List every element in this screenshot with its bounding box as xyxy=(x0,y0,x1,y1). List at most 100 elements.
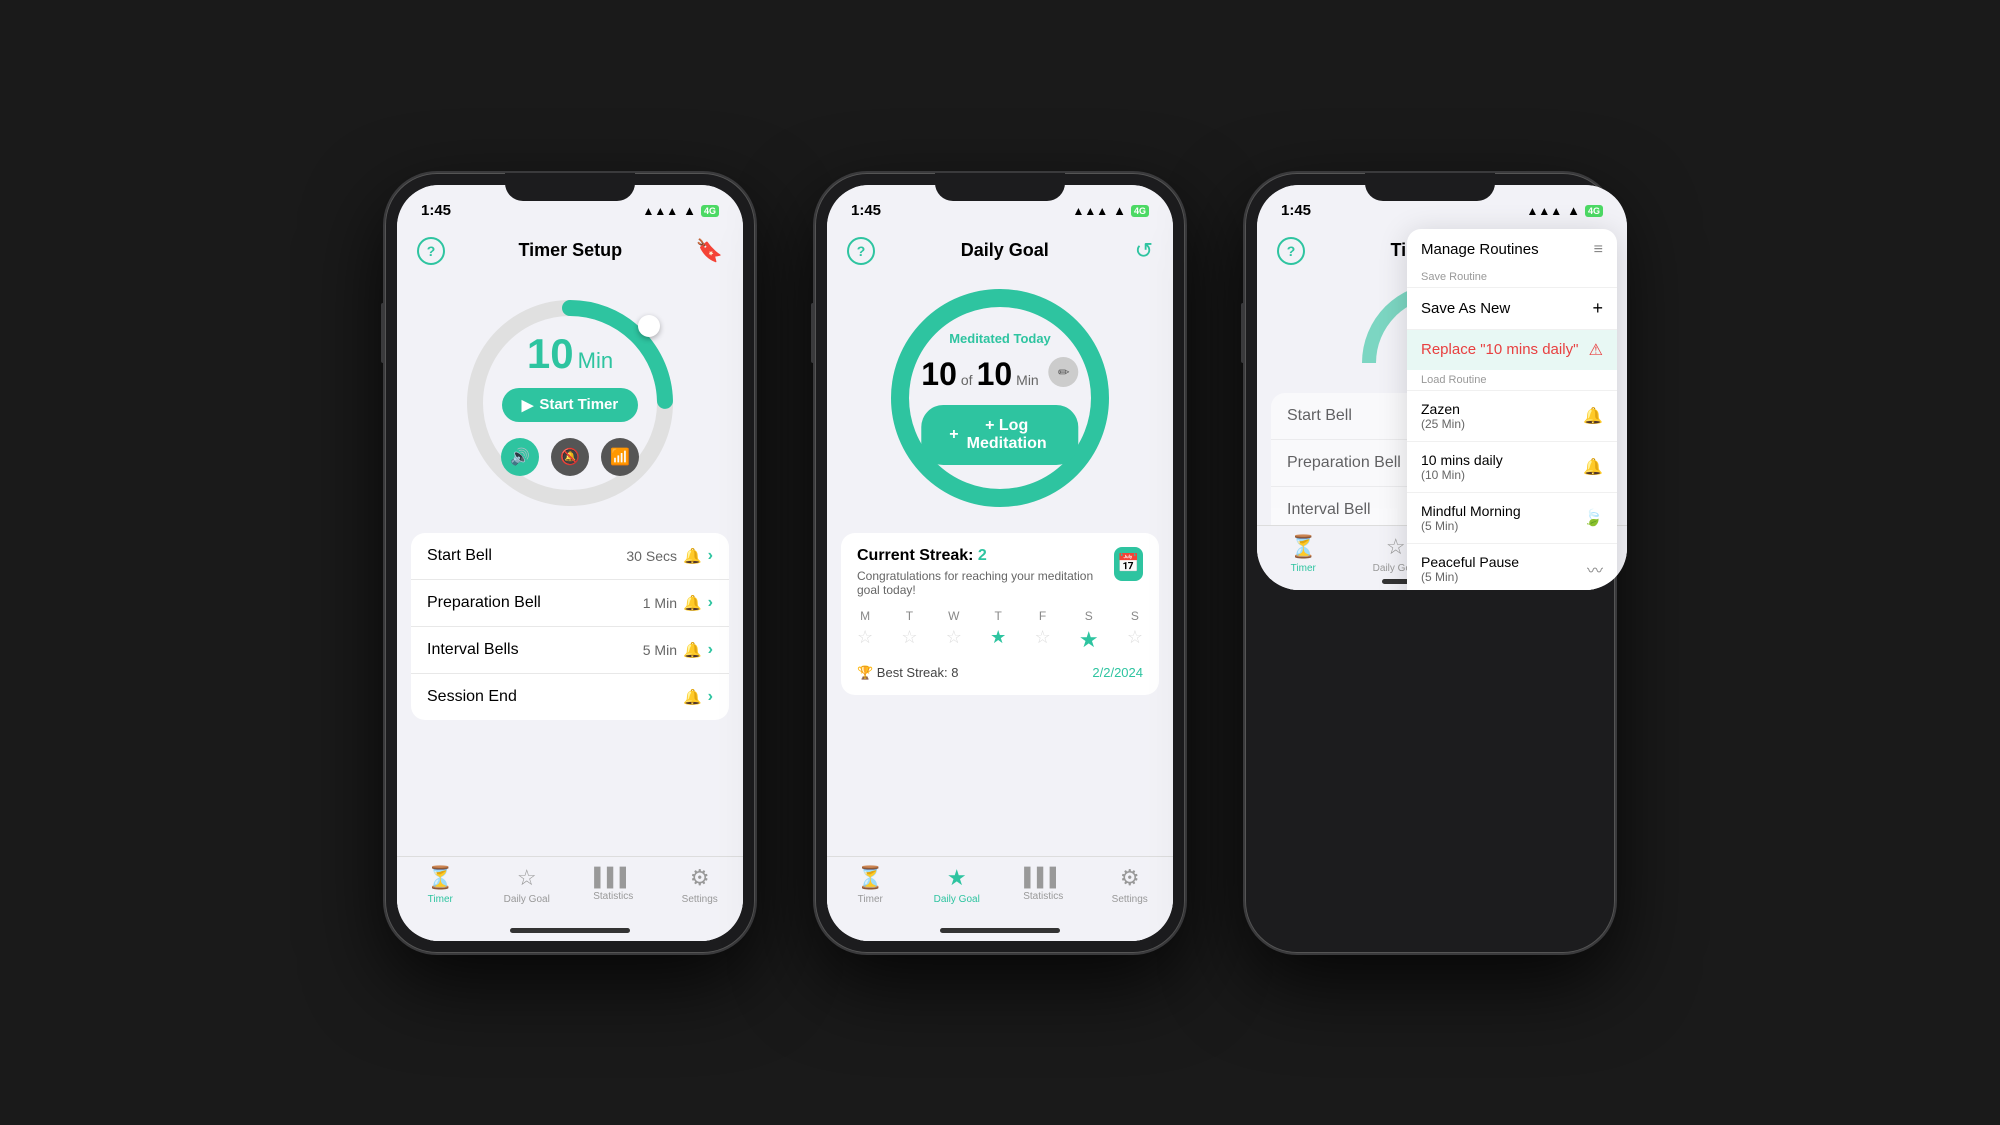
interval-bell-value-1: 5 Min xyxy=(643,642,677,658)
interval-bell-label-1: Interval Bells xyxy=(427,641,519,659)
settings-list-1: Start Bell 30 Secs 🔔 › Preparation Bell … xyxy=(411,533,729,720)
of-label-2: of xyxy=(961,372,973,388)
save-as-new-item-3[interactable]: Save As New + xyxy=(1407,287,1617,329)
meditated-value-2: 10 of 10 Min xyxy=(921,356,1038,393)
prep-bell-label-1: Preparation Bell xyxy=(427,594,541,612)
timer-value-display-1: 10 Min xyxy=(527,330,613,378)
manage-routines-header-3[interactable]: Manage Routines ≡ xyxy=(1407,229,1617,267)
wifi-icon-1: ▲ xyxy=(683,203,696,218)
status-bar-1: 1:45 ▲▲▲ ▲ 4G xyxy=(397,185,743,229)
phone-2: 1:45 ▲▲▲ ▲ 4G ? Daily Goal ↺ xyxy=(815,173,1185,953)
signal-icon-3: ▲▲▲ xyxy=(1526,204,1562,218)
10mins-info-3: 10 mins daily (10 Min) xyxy=(1421,452,1503,482)
interval-bell-right-1: 5 Min 🔔 › xyxy=(643,641,713,659)
signal-icon-2: ▲▲▲ xyxy=(1072,204,1108,218)
home-indicator-1 xyxy=(397,921,743,941)
timer-icon-2[interactable]: ↺ xyxy=(1135,238,1153,264)
bell-icon-prep-1: 🔔 xyxy=(683,594,702,612)
nav-right-2: ↺ xyxy=(1135,238,1153,264)
tab-dailygoal-1[interactable]: ☆ Daily Goal xyxy=(497,865,557,905)
timer-tab-icon-1: ⏳ xyxy=(427,865,454,891)
prep-bell-item-1[interactable]: Preparation Bell 1 Min 🔔 › xyxy=(411,580,729,627)
best-streak-label-2: 🏆 Best Streak: 8 xyxy=(857,665,958,681)
settings-tab-label-1: Settings xyxy=(682,894,718,905)
routine-peaceful-3[interactable]: Peaceful Pause (5 Min) 〰 xyxy=(1407,543,1617,590)
tab-settings-1[interactable]: ⚙ Settings xyxy=(670,865,730,905)
settings-tab-icon-2: ⚙ xyxy=(1120,865,1140,891)
manage-routines-label-3: Manage Routines xyxy=(1421,241,1539,258)
battery-badge-2: 4G xyxy=(1131,205,1149,217)
start-bell-value-1: 30 Secs xyxy=(626,548,677,564)
status-bar-3: 1:45 ▲▲▲ ▲ 4G xyxy=(1257,185,1627,229)
routine-10mins-3[interactable]: 10 mins daily (10 Min) 🔔 xyxy=(1407,441,1617,492)
timer-section-1: 10 Min ▶ Start Timer 🔊 🔕 📶 xyxy=(397,273,743,523)
tab-settings-2[interactable]: ⚙ Settings xyxy=(1100,865,1160,905)
timer-tab-icon-3: ⏳ xyxy=(1290,534,1317,560)
session-end-item-1[interactable]: Session End 🔔 › xyxy=(411,674,729,720)
dailygoal-tab-icon-2: ★ xyxy=(947,865,967,891)
timer-tab-icon-2: ⏳ xyxy=(857,865,884,891)
tab-dailygoal-2[interactable]: ★ Daily Goal xyxy=(927,865,987,905)
tab-timer-1[interactable]: ⏳ Timer xyxy=(410,865,470,905)
dailygoal-tab-label-1: Daily Goal xyxy=(504,894,550,905)
status-icons-1: ▲▲▲ ▲ 4G xyxy=(642,203,719,218)
peaceful-icon-3: 〰 xyxy=(1587,557,1603,581)
timer-handle-1[interactable] xyxy=(638,315,660,337)
sound-off-button-1[interactable]: 🔕 xyxy=(551,438,589,476)
goal-value-2: 10 xyxy=(977,356,1013,393)
help-button-1[interactable]: ? xyxy=(417,237,445,265)
log-meditation-button-2[interactable]: + + Log Meditation xyxy=(921,405,1078,465)
peaceful-info-3: Peaceful Pause (5 Min) xyxy=(1421,554,1519,584)
bell-icon-interval-1: 🔔 xyxy=(683,641,702,659)
routines-dropdown-3: Manage Routines ≡ Save Routine Save As N… xyxy=(1407,229,1617,590)
start-timer-button-1[interactable]: ▶ Start Timer xyxy=(502,388,638,422)
phones-container: 1:45 ▲▲▲ ▲ 4G ? Timer Setup 🔖 xyxy=(385,173,1615,953)
daily-ring-2: Meditated Today 10 of 10 Min ✏ xyxy=(885,283,1115,513)
start-bell-item-1[interactable]: Start Bell 30 Secs 🔔 › xyxy=(411,533,729,580)
dailygoal-tab-label-2: Daily Goal xyxy=(934,894,980,905)
tab-statistics-2[interactable]: ▌▌▌ Statistics xyxy=(1013,867,1073,902)
streak-card-2: Current Streak: 2 Congratulations for re… xyxy=(841,533,1159,695)
tab-statistics-1[interactable]: ▌▌▌ Statistics xyxy=(583,867,643,902)
play-icon-1: ▶ xyxy=(522,396,534,414)
wifi-icon-2: ▲ xyxy=(1113,203,1126,218)
routine-zazen-3[interactable]: Zazen (25 Min) 🔔 xyxy=(1407,390,1617,441)
timer-center-1: 10 Min ▶ Start Timer 🔊 🔕 📶 xyxy=(501,330,639,476)
daily-goal-section-2: Meditated Today 10 of 10 Min ✏ xyxy=(827,273,1173,523)
wireless-button-1[interactable]: 📶 xyxy=(601,438,639,476)
sound-on-button-1[interactable]: 🔊 xyxy=(501,438,539,476)
nav-left-1: ? xyxy=(417,237,445,265)
tab-bar-1: ⏳ Timer ☆ Daily Goal ▌▌▌ Statistics ⚙ Se… xyxy=(397,856,743,921)
routine-mindful-3[interactable]: Mindful Morning (5 Min) 🍃 xyxy=(1407,492,1617,543)
tab-timer-2[interactable]: ⏳ Timer xyxy=(840,865,900,905)
help-button-3[interactable]: ? xyxy=(1277,237,1305,265)
tab-timer-3[interactable]: ⏳ Timer xyxy=(1273,534,1333,574)
prep-bell-value-1: 1 Min xyxy=(643,595,677,611)
phone-3: 1:45 ▲▲▲ ▲ 4G ? Timer Setup 🔖 xyxy=(1245,173,1615,953)
warning-icon-3: ⚠ xyxy=(1589,340,1603,360)
mindful-info-3: Mindful Morning (5 Min) xyxy=(1421,503,1521,533)
replace-item-3[interactable]: Replace "10 mins daily" ⚠ xyxy=(1407,329,1617,370)
calendar-icon-2[interactable]: 📅 xyxy=(1114,547,1143,581)
10mins-icon-3: 🔔 xyxy=(1583,457,1603,477)
streak-footer-2: 🏆 Best Streak: 8 2/2/2024 xyxy=(857,665,1143,681)
streak-value-2: 2 xyxy=(978,547,987,564)
status-bar-2: 1:45 ▲▲▲ ▲ 4G xyxy=(827,185,1173,229)
statistics-tab-label-1: Statistics xyxy=(593,891,633,902)
interval-bell-item-1[interactable]: Interval Bells 5 Min 🔔 › xyxy=(411,627,729,674)
meditated-label-2: Meditated Today xyxy=(921,331,1078,346)
main-content-2: Meditated Today 10 of 10 Min ✏ xyxy=(827,273,1173,941)
save-routine-section-3: Save Routine xyxy=(1407,267,1617,287)
daily-center-2: Meditated Today 10 of 10 Min ✏ xyxy=(921,331,1078,465)
load-routine-section-3: Load Routine xyxy=(1407,370,1617,390)
edit-goal-button-2[interactable]: ✏ xyxy=(1049,357,1079,387)
chevron-prep-1: › xyxy=(708,594,713,612)
nav-left-2: ? xyxy=(847,237,875,265)
status-icons-2: ▲▲▲ ▲ 4G xyxy=(1072,203,1149,218)
help-button-2[interactable]: ? xyxy=(847,237,875,265)
day-wed-2: W ☆ xyxy=(946,609,962,653)
bookmark-icon-1[interactable]: 🔖 xyxy=(696,238,723,264)
streak-date-2: 2/2/2024 xyxy=(1092,665,1143,680)
status-icons-3: ▲▲▲ ▲ 4G xyxy=(1526,203,1603,218)
phone-1: 1:45 ▲▲▲ ▲ 4G ? Timer Setup 🔖 xyxy=(385,173,755,953)
